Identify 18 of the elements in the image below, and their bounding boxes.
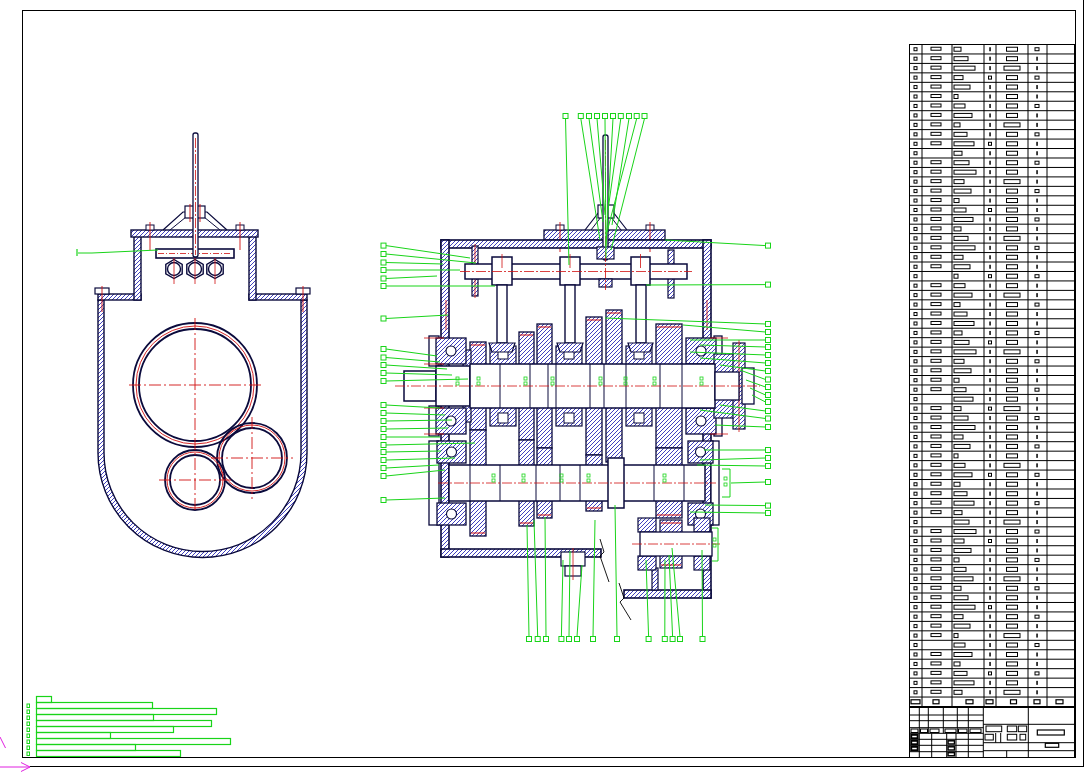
dimension-mark bbox=[711, 527, 719, 562]
leader-line bbox=[380, 426, 449, 432]
leader-line bbox=[380, 469, 446, 479]
leader-line bbox=[380, 314, 449, 322]
leader-line bbox=[730, 479, 771, 485]
leader-line bbox=[749, 387, 771, 398]
leader-line bbox=[699, 357, 771, 366]
diagonal-stroke-mark bbox=[0, 736, 7, 749]
leader-line bbox=[699, 409, 771, 422]
dimension-mark bbox=[721, 468, 731, 498]
leader-line bbox=[380, 434, 441, 440]
leader-line bbox=[714, 424, 771, 430]
leader-line bbox=[380, 346, 438, 357]
leader-line bbox=[745, 379, 771, 390]
leader-line bbox=[699, 455, 771, 461]
leader-line bbox=[380, 497, 446, 503]
leader-line bbox=[703, 447, 771, 453]
leader-line bbox=[380, 354, 441, 363]
